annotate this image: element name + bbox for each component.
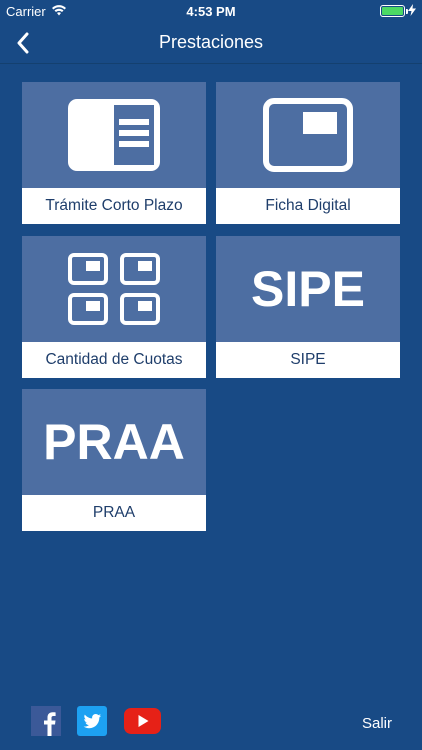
status-right — [276, 3, 416, 19]
status-bar: Carrier 4:53 PM — [0, 0, 422, 22]
tile-icon-area: PRAA — [22, 389, 206, 495]
facebook-button[interactable] — [31, 706, 61, 736]
twitter-button[interactable] — [77, 706, 107, 736]
tile-sipe[interactable]: SIPE SIPE — [216, 236, 400, 378]
tile-tramite-corto-plazo[interactable]: Trámite Corto Plazo — [22, 82, 206, 224]
chevron-left-icon — [17, 32, 29, 54]
tile-icon-area — [22, 236, 206, 342]
back-button[interactable] — [8, 28, 38, 58]
tile-label: Cantidad de Cuotas — [22, 342, 206, 378]
charging-bolt-icon — [407, 3, 416, 19]
facebook-icon — [31, 706, 61, 736]
youtube-button[interactable] — [124, 706, 161, 736]
tile-label: Ficha Digital — [216, 188, 400, 224]
exit-button[interactable]: Salir — [362, 715, 392, 732]
tile-label: Trámite Corto Plazo — [22, 188, 206, 224]
sipe-logo-text: SIPE — [251, 261, 365, 317]
wifi-icon — [51, 4, 67, 19]
tile-label: SIPE — [216, 342, 400, 378]
tile-icon-area — [22, 82, 206, 188]
tile-praa[interactable]: PRAA PRAA — [22, 389, 206, 531]
youtube-icon — [124, 708, 161, 734]
status-left: Carrier — [6, 4, 146, 19]
praa-logo-text: PRAA — [43, 414, 185, 470]
tile-cantidad-de-cuotas[interactable]: Cantidad de Cuotas — [22, 236, 206, 378]
monitor-icon — [263, 98, 353, 172]
tile-icon-area — [216, 82, 400, 188]
tile-label: PRAA — [22, 495, 206, 531]
grid-cards-icon — [68, 253, 160, 325]
navigation-bar: Prestaciones — [0, 22, 422, 64]
document-card-icon — [68, 99, 160, 171]
tile-ficha-digital[interactable]: Ficha Digital — [216, 82, 400, 224]
page-title: Prestaciones — [158, 32, 264, 52]
footer: Salir — [0, 706, 422, 742]
status-time: 4:53 PM — [186, 3, 236, 19]
carrier-label: Carrier — [6, 3, 46, 19]
twitter-icon — [77, 706, 107, 736]
battery-icon — [379, 5, 408, 17]
tile-icon-area: SIPE — [216, 236, 400, 342]
